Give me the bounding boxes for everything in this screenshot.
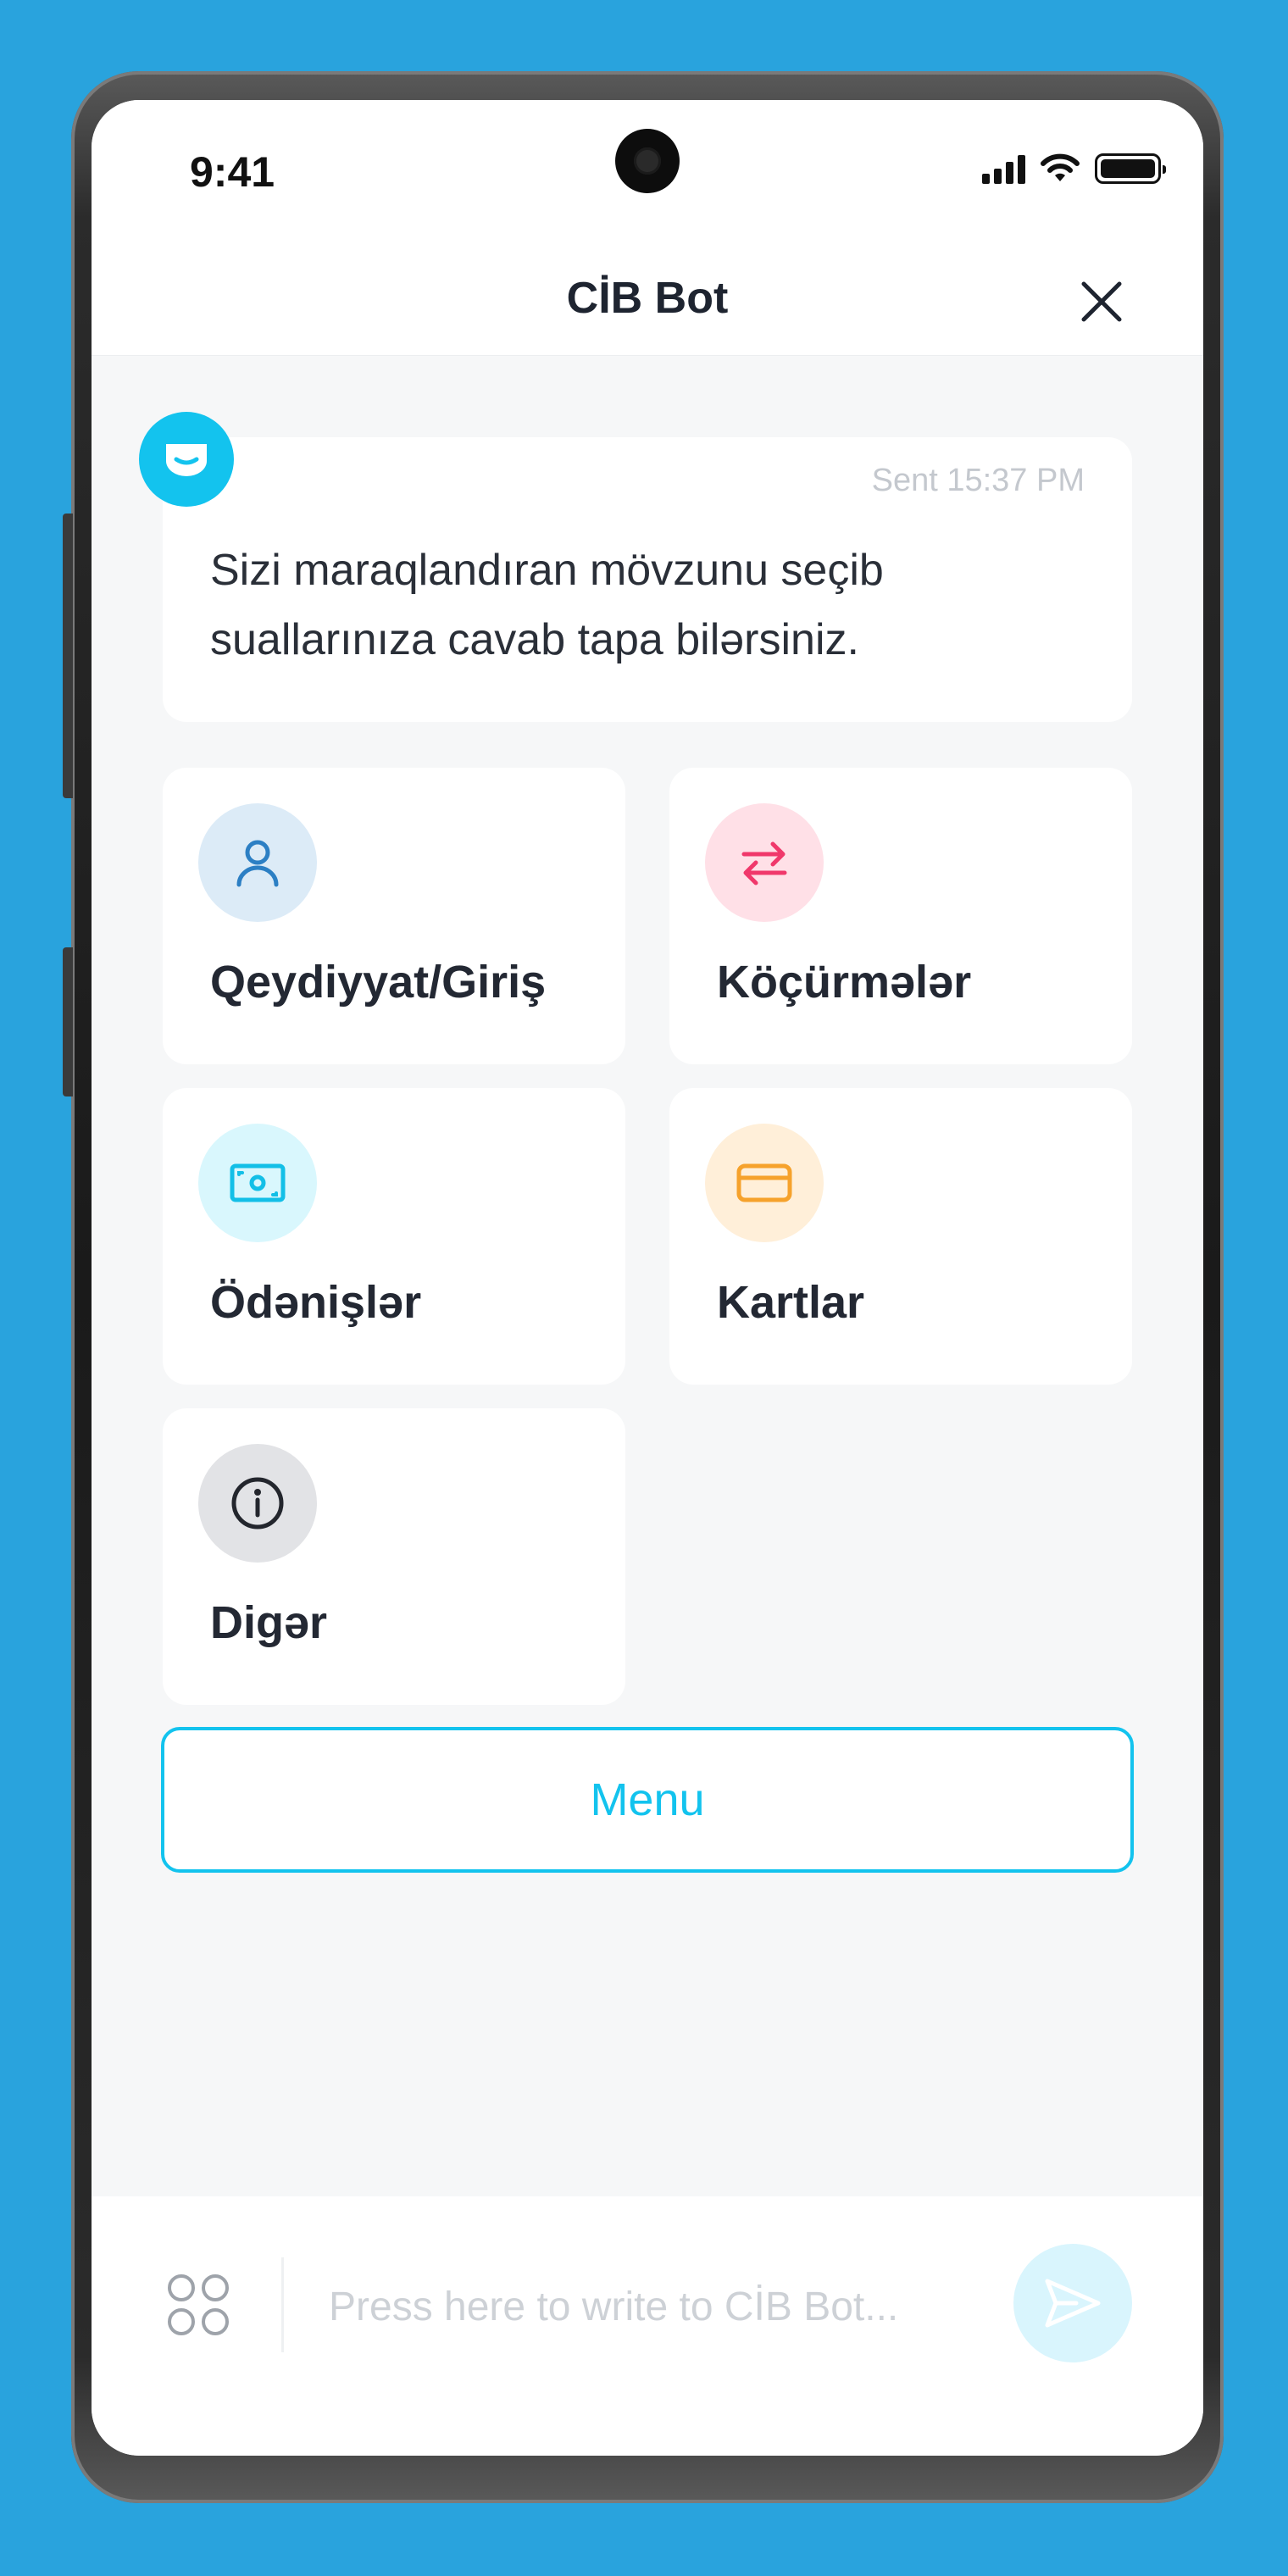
menu-button[interactable]: Menu bbox=[161, 1727, 1134, 1873]
message-input[interactable] bbox=[329, 2268, 973, 2346]
topic-label: Digər bbox=[210, 1597, 328, 1648]
volume-down-button bbox=[63, 947, 73, 1096]
battery-icon bbox=[1095, 153, 1166, 184]
apps-grid-icon bbox=[168, 2274, 229, 2335]
topic-icon-badge bbox=[198, 1124, 317, 1242]
cellular-signal-icon bbox=[982, 153, 1025, 184]
bot-logo-icon bbox=[166, 444, 207, 476]
topic-icon-badge bbox=[705, 803, 824, 922]
info-icon bbox=[231, 1477, 284, 1530]
transfer-arrows-icon bbox=[741, 841, 787, 886]
message-timestamp: Sent 15:37 PM bbox=[871, 463, 1085, 498]
composer-divider bbox=[281, 2257, 284, 2352]
front-camera bbox=[615, 129, 680, 193]
topic-label: Ödənişlər bbox=[210, 1277, 422, 1328]
page-title: CİB Bot bbox=[566, 274, 729, 323]
topic-label: Köçürmələr bbox=[717, 957, 972, 1008]
status-time: 9:41 bbox=[190, 148, 275, 196]
topic-card-other[interactable]: Digər bbox=[163, 1408, 625, 1705]
user-icon bbox=[236, 840, 279, 887]
topic-card-registration[interactable]: Qeydiyyat/Giriş bbox=[163, 768, 625, 1064]
volume-up-button bbox=[63, 514, 73, 798]
status-icons bbox=[982, 153, 1166, 185]
topic-label: Qeydiyyat/Giriş bbox=[210, 957, 547, 1008]
app-screen: 9:41 CİB Bot Sent 15:37 PM Sizi maraqlan… bbox=[92, 100, 1203, 2456]
apps-button[interactable] bbox=[166, 2273, 230, 2337]
wifi-icon bbox=[1041, 153, 1080, 181]
message-composer bbox=[92, 2196, 1203, 2456]
chat-header: CİB Bot bbox=[92, 244, 1203, 356]
cash-icon bbox=[230, 1163, 286, 1202]
close-icon bbox=[1081, 281, 1122, 322]
topic-card-payments[interactable]: Ödənişlər bbox=[163, 1088, 625, 1385]
bot-avatar bbox=[139, 412, 234, 507]
send-icon bbox=[1045, 2279, 1101, 2328]
bot-message: Sent 15:37 PM Sizi maraqlandıran mövzunu… bbox=[163, 437, 1132, 722]
send-button[interactable] bbox=[1013, 2244, 1132, 2362]
topic-icon-badge bbox=[705, 1124, 824, 1242]
status-bar: 9:41 bbox=[92, 100, 1203, 244]
topic-card-cards[interactable]: Kartlar bbox=[669, 1088, 1132, 1385]
topic-card-transfers[interactable]: Köçürmələr bbox=[669, 768, 1132, 1064]
close-button[interactable] bbox=[1078, 278, 1125, 325]
topic-icon-badge bbox=[198, 1444, 317, 1563]
message-text: Sizi maraqlandıran mövzunu seçib suallar… bbox=[210, 546, 884, 664]
topic-icon-badge bbox=[198, 803, 317, 922]
credit-card-icon bbox=[736, 1163, 792, 1202]
topic-label: Kartlar bbox=[717, 1277, 865, 1328]
